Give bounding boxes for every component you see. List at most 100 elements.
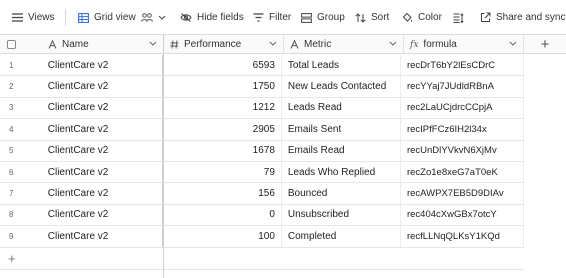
group-label: Group — [317, 12, 345, 23]
cell-performance[interactable]: 2905 — [163, 119, 282, 140]
eye-slash-icon — [180, 13, 192, 22]
cell-name[interactable]: ClientCare v2 — [42, 119, 163, 140]
view-toolbar: Views Grid view Hide fields Filter Group… — [0, 0, 566, 35]
cell-name[interactable]: ClientCare v2 — [42, 162, 163, 183]
share-and-sync-button[interactable]: Share and sync — [480, 0, 566, 35]
row-number: 9 — [9, 231, 14, 241]
chevron-down-icon — [158, 15, 166, 20]
cell-metric[interactable]: New Leads Contacted — [282, 76, 401, 97]
chevron-down-icon — [269, 41, 277, 46]
cell-performance[interactable]: 6593 — [163, 55, 282, 76]
chevron-down-icon — [509, 41, 517, 46]
filter-button[interactable]: Filter — [253, 0, 291, 35]
share-label: Share and sync — [496, 12, 566, 23]
filter-label: Filter — [269, 12, 292, 23]
grid-header: Name Performance Metric fx formula — [0, 35, 524, 54]
row-number: 4 — [9, 124, 14, 134]
cell-formula[interactable]: recDrT6bY2lEsCDrC — [401, 55, 524, 76]
add-record-row-extension[interactable] — [164, 248, 524, 270]
cell-metric[interactable]: Completed — [282, 226, 401, 247]
column-header-formula-label: formula — [423, 39, 457, 50]
views-label: Views — [28, 12, 55, 23]
column-header-formula[interactable]: fx formula — [404, 35, 524, 54]
column-header-performance-label: Performance — [184, 39, 242, 50]
formula-field-icon: fx — [410, 39, 419, 50]
table-row[interactable]: 7 ClientCare v2 156 Bounced recAWPX7EB5D9DIA… — [0, 183, 524, 205]
cell-performance[interactable]: 156 — [163, 183, 282, 204]
cell-performance[interactable]: 1750 — [163, 76, 282, 97]
cell-metric[interactable]: Leads Read — [282, 97, 401, 119]
grid-view-label: Grid view — [94, 12, 136, 23]
add-record-button[interactable]: + — [0, 248, 164, 270]
cell-performance[interactable]: 1212 — [163, 97, 282, 119]
filter-icon — [253, 13, 264, 22]
add-field-button[interactable]: + — [524, 35, 566, 54]
cell-performance[interactable]: 79 — [163, 162, 282, 183]
row-height-button[interactable] — [453, 0, 464, 35]
color-label: Color — [418, 12, 442, 23]
color-button[interactable]: Color — [402, 0, 442, 35]
cell-formula[interactable]: recZo1e8xeG7aT0eK — [401, 162, 524, 183]
cell-formula[interactable]: recAWPX7EB5D9DIAv — [401, 183, 524, 204]
plus-icon: + — [8, 250, 16, 266]
cell-performance[interactable]: 1678 — [163, 140, 282, 161]
toolbar-divider — [65, 9, 66, 26]
cell-name[interactable]: ClientCare v2 — [42, 226, 163, 247]
group-button[interactable]: Group — [301, 0, 345, 35]
table-row[interactable]: 5 ClientCare v2 1678 Emails Read recUnDlYVkv… — [0, 140, 524, 162]
column-header-performance[interactable]: Performance — [164, 35, 284, 54]
cell-formula[interactable]: recfLLNqQLKsY1KQd — [401, 226, 524, 247]
text-field-icon — [48, 40, 57, 49]
row-number: 5 — [9, 146, 14, 156]
column-header-name[interactable]: Name — [42, 35, 164, 54]
cell-formula[interactable]: rec404cXwGBx7otcY — [401, 204, 524, 226]
cell-metric[interactable]: Total Leads — [282, 55, 401, 76]
chevron-down-icon — [149, 41, 157, 46]
row-height-icon — [453, 12, 464, 23]
table-row[interactable]: 8 ClientCare v2 0 Unsubscribed rec404cXwGBx7… — [0, 204, 524, 227]
views-button[interactable]: Views — [12, 0, 55, 35]
grid-icon — [78, 12, 89, 23]
cell-metric[interactable]: Bounced — [282, 183, 401, 204]
row-number: 8 — [9, 210, 14, 220]
sort-button[interactable]: Sort — [355, 0, 389, 35]
select-all-checkbox[interactable] — [0, 35, 42, 54]
table-row[interactable]: 6 ClientCare v2 79 Leads Who Replied recZo1e… — [0, 162, 524, 184]
hide-fields-label: Hide fields — [197, 12, 244, 23]
row-number: 7 — [9, 189, 14, 199]
plus-icon: + — [540, 35, 550, 53]
paint-bucket-icon — [402, 12, 413, 22]
share-icon — [481, 12, 491, 22]
cell-name[interactable]: ClientCare v2 — [42, 183, 163, 204]
grid-view-button[interactable]: Grid view — [78, 0, 166, 35]
row-number: 2 — [9, 82, 14, 92]
table-row[interactable]: 2 ClientCare v2 1750 New Leads Contacted rec… — [0, 76, 524, 98]
text-field-icon — [290, 40, 299, 49]
cell-metric[interactable]: Emails Sent — [282, 119, 401, 140]
cell-performance[interactable]: 100 — [163, 226, 282, 247]
cell-name[interactable]: ClientCare v2 — [42, 140, 163, 161]
column-header-metric[interactable]: Metric — [284, 35, 404, 54]
cell-metric[interactable]: Emails Read — [282, 140, 401, 161]
sort-icon — [355, 12, 366, 23]
cell-performance[interactable]: 0 — [163, 204, 282, 226]
cell-formula[interactable]: recUnDlYVkvN6XjMv — [401, 140, 524, 161]
cell-metric[interactable]: Leads Who Replied — [282, 162, 401, 183]
cell-name[interactable]: ClientCare v2 — [42, 204, 163, 226]
table-row[interactable]: 3 ClientCare v2 1212 Leads Read rec2LaUCjdrc… — [0, 97, 524, 120]
hide-fields-button[interactable]: Hide fields — [180, 0, 244, 35]
records-grid: Name Performance Metric fx formula + 1 Cl… — [0, 35, 566, 278]
cell-name[interactable]: ClientCare v2 — [42, 76, 163, 97]
cell-formula[interactable]: recYYaj7JUdldRBnA — [401, 76, 524, 97]
cell-metric[interactable]: Unsubscribed — [282, 204, 401, 226]
table-row[interactable]: 1 ClientCare v2 6593 Total Leads recDrT6bY2l… — [0, 55, 524, 77]
cell-formula[interactable]: rec2LaUCjdrcCCpjA — [401, 97, 524, 119]
cell-name[interactable]: ClientCare v2 — [42, 55, 163, 76]
chevron-down-icon — [389, 41, 397, 46]
row-number: 6 — [9, 167, 14, 177]
row-number: 3 — [9, 103, 14, 113]
cell-name[interactable]: ClientCare v2 — [42, 97, 163, 119]
table-row[interactable]: 9 ClientCare v2 100 Completed recfLLNqQLKsY1… — [0, 226, 524, 248]
cell-formula[interactable]: recIPfFCz6IH2l34x — [401, 119, 524, 140]
table-row[interactable]: 4 ClientCare v2 2905 Emails Sent recIPfFCz6I… — [0, 119, 524, 141]
